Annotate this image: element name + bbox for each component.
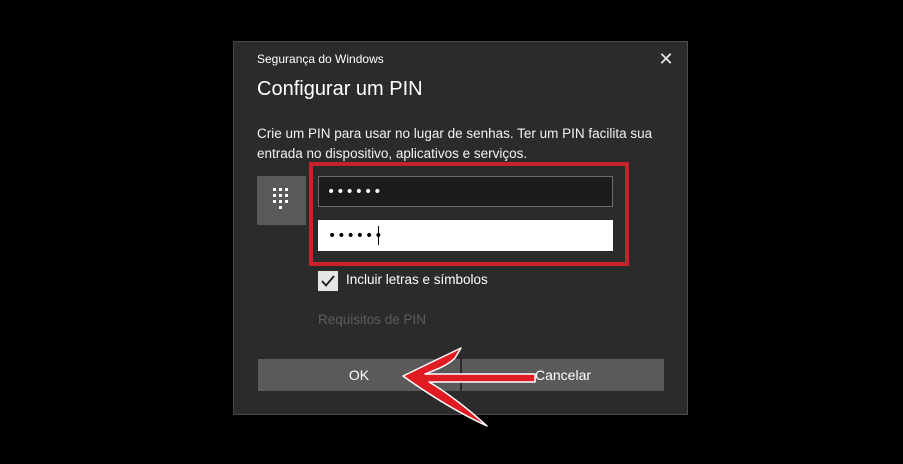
dialog-description: Crie um PIN para usar no lugar de senhas… (257, 126, 653, 161)
include-letters-checkbox[interactable] (318, 271, 338, 291)
include-letters-label: Incluir letras e símbolos (346, 272, 488, 287)
new-pin-field[interactable] (318, 176, 613, 207)
dialog-heading: Configurar um PIN (257, 78, 423, 100)
pin-requirements-link[interactable]: Requisitos de PIN (318, 312, 426, 327)
ok-button[interactable]: OK (258, 359, 460, 391)
screenshot-stage: Segurança do Windows ✕ Configurar um PIN… (0, 0, 903, 464)
window-title: Segurança do Windows (257, 52, 384, 66)
close-icon: ✕ (658, 49, 674, 69)
cancel-button[interactable]: Cancelar (462, 359, 664, 391)
confirm-pin-field[interactable] (318, 220, 613, 251)
keypad-icon (257, 176, 306, 225)
close-button[interactable]: ✕ (655, 48, 677, 70)
text-caret (378, 226, 379, 245)
pin-setup-dialog: Segurança do Windows ✕ Configurar um PIN… (233, 41, 688, 415)
checkmark-icon (321, 275, 335, 287)
